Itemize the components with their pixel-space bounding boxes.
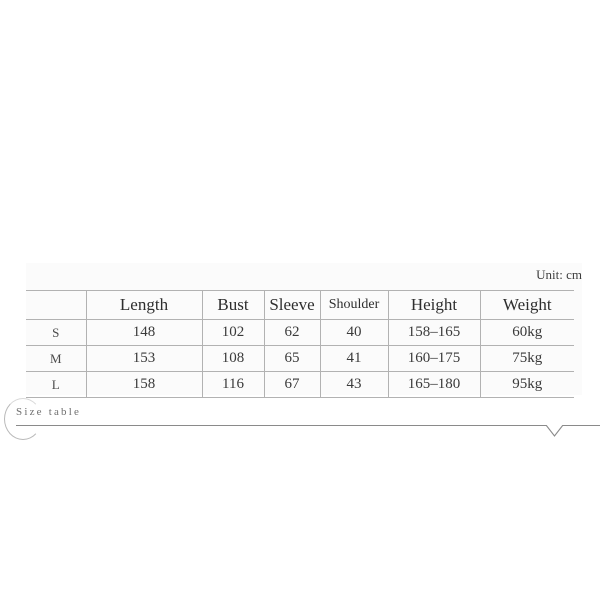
cell-length: 158 — [86, 371, 203, 398]
circle-outline-icon — [4, 398, 42, 440]
cell-sleeve: 65 — [264, 345, 321, 372]
column-header-height: Height — [388, 290, 481, 320]
cell-shoulder: 40 — [320, 319, 389, 346]
cell-length: 148 — [86, 319, 203, 346]
table-row: L 158 116 67 43 165–180 95kg — [26, 371, 574, 398]
cell-bust: 102 — [202, 319, 265, 346]
cell-weight: 75kg — [480, 345, 574, 372]
cell-height: 158–165 — [388, 319, 481, 346]
row-size-label: L — [26, 371, 87, 398]
column-header-sleeve: Sleeve — [264, 290, 321, 320]
cell-length: 153 — [86, 345, 203, 372]
cell-weight: 60kg — [480, 319, 574, 346]
unit-note: Unit: cm — [536, 267, 582, 282]
table-header-row: Length Bust Sleeve Shoulder Height Weigh… — [26, 290, 574, 320]
column-header-length: Length — [86, 290, 203, 320]
cell-height: 160–175 — [388, 345, 481, 372]
table-row: M 153 108 65 41 160–175 75kg — [26, 345, 574, 372]
row-size-label: M — [26, 345, 87, 372]
cell-shoulder: 43 — [320, 371, 389, 398]
cell-shoulder: 41 — [320, 345, 389, 372]
row-size-label: S — [26, 319, 87, 346]
cell-bust: 116 — [202, 371, 265, 398]
column-header-bust: Bust — [202, 290, 265, 320]
cell-bust: 108 — [202, 345, 265, 372]
size-table-header: Size table — [0, 196, 600, 440]
size-table: Length Bust Sleeve Shoulder Height Weigh… — [26, 290, 574, 398]
column-header-shoulder: Shoulder — [320, 290, 389, 320]
table-row: S 148 102 62 40 158–165 60kg — [26, 319, 574, 346]
cell-height: 165–180 — [388, 371, 481, 398]
header-rule-left — [16, 425, 546, 426]
cell-sleeve: 67 — [264, 371, 321, 398]
column-header-weight: Weight — [480, 290, 574, 320]
cell-weight: 95kg — [480, 371, 574, 398]
header-rule-right — [563, 425, 600, 426]
page-title: Size table — [16, 406, 82, 418]
table-corner-cell — [26, 290, 87, 320]
cell-sleeve: 62 — [264, 319, 321, 346]
chevron-down-icon — [545, 425, 564, 437]
